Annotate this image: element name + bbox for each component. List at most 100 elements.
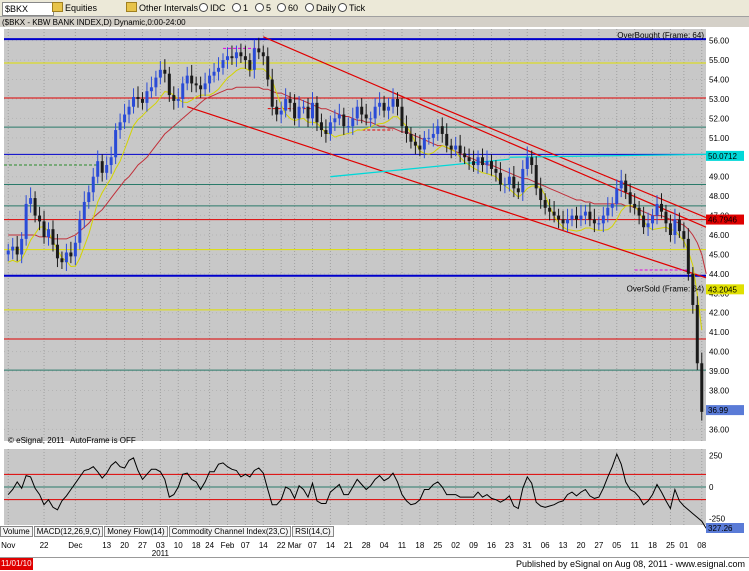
equities-button[interactable]: Equities [52, 2, 97, 14]
footer: 11/01/10 Published by eSignal on Aug 08,… [0, 557, 749, 571]
interval-60[interactable]: 60 [277, 2, 298, 14]
x-tick-label: 08 [697, 541, 706, 550]
indicator-tab[interactable]: Commodity Channel Index(23,C) [168, 526, 292, 537]
candle-body [498, 172, 502, 185]
price-tag-label: 46.7946 [708, 216, 737, 225]
indicator-tab[interactable]: RSI(14,C) [292, 526, 334, 537]
candle-body [642, 215, 646, 228]
candle-body [404, 126, 408, 134]
x-tick-label: 02 [451, 541, 460, 550]
price-chart[interactable]: ($BKX - KBW BANK INDEX,D) Dynamic,0:00-2… [0, 17, 749, 557]
price-tag: 46.7946 [706, 214, 744, 225]
candle-body [64, 252, 68, 263]
interval-idc[interactable]: IDC [199, 2, 226, 14]
x-tick-label: 22 [277, 541, 286, 550]
candle-body [176, 98, 180, 101]
candle-body [217, 67, 221, 72]
x-tick-label: 13 [559, 541, 568, 550]
x-tick-label: 07 [308, 541, 317, 550]
interval-1[interactable]: 1 [232, 2, 248, 14]
osc-value-label: 327.26 [708, 524, 733, 533]
candle-body [454, 145, 458, 150]
y-tick-label: 54.00 [709, 76, 730, 85]
candle-body [539, 188, 543, 201]
candle-body [172, 95, 176, 101]
x-tick-label: 10 [174, 541, 183, 550]
idc-label: IDC [210, 3, 226, 13]
x-tick-label: 27 [594, 541, 603, 550]
x-tick-label: 20 [577, 541, 586, 550]
x-tick-label: 05 [612, 541, 621, 550]
x-tick-label: 23 [505, 541, 514, 550]
candle-body [87, 192, 91, 202]
indicator-tab[interactable]: MACD(12,26,9,C) [33, 526, 104, 537]
candle-body [239, 52, 243, 57]
candle-body [373, 106, 377, 119]
candle-body [96, 161, 100, 177]
candle-body [449, 145, 453, 150]
other-intervals-button[interactable]: Other Intervals [126, 2, 198, 14]
candle-body [149, 87, 153, 92]
candle-body [275, 106, 279, 115]
indicator-tab[interactable]: Volume [0, 526, 33, 537]
x-tick-label: 14 [259, 541, 268, 550]
candle-body [82, 201, 86, 220]
candle-body [109, 157, 113, 166]
folder-icon [52, 2, 63, 12]
interval-tick[interactable]: Tick [338, 2, 365, 14]
x-tick-label: 22 [40, 541, 49, 550]
candle-body [145, 91, 149, 103]
x-tick-label: 27 [138, 541, 147, 550]
candle-body [302, 106, 306, 108]
indicator-tab[interactable]: Money Flow(14) [104, 526, 168, 537]
candle-body [132, 97, 136, 107]
candle-body [306, 106, 310, 119]
candle-body [181, 83, 185, 99]
candle-body [633, 203, 637, 208]
candle-body [324, 130, 328, 134]
candle-body [400, 106, 404, 127]
y-tick-label: 44.00 [709, 270, 730, 279]
symbol-input[interactable]: $BKX [2, 2, 54, 16]
x-tick-label: 07 [241, 541, 250, 550]
candle-body [615, 188, 619, 204]
candle-body [355, 106, 359, 119]
osc-tick-label: -250 [709, 515, 726, 524]
symbol-text: $BKX [5, 4, 29, 14]
candle-body [243, 56, 247, 61]
indicator-tabs: Volume MACD(12,26,9,C) Money Flow(14) Commo… [0, 526, 335, 537]
interval-daily[interactable]: Daily [305, 2, 336, 14]
candle-body [225, 56, 229, 61]
candle-body [328, 122, 332, 134]
y-tick-label: 38.00 [709, 386, 730, 395]
candle-body [91, 176, 95, 193]
candle-body [530, 157, 534, 166]
price-tag: 43.2045 [706, 284, 744, 295]
candle-body [261, 52, 265, 57]
candle-body [346, 126, 350, 128]
x-tick-label: 14 [326, 541, 335, 550]
candle-body [512, 176, 516, 189]
radio-icon [305, 3, 314, 12]
candle-body [257, 48, 261, 53]
candle-body [158, 69, 162, 78]
x-tick-label: 31 [523, 541, 532, 550]
y-tick-label: 52.00 [709, 114, 730, 123]
x-tick-label: Nov [1, 541, 15, 550]
candle-body [682, 231, 686, 239]
candle-body [677, 219, 681, 232]
candle-body [208, 75, 212, 84]
chart-title: ($BKX - KBW BANK INDEX,D) Dynamic,0:00-2… [2, 18, 186, 27]
candle-body [534, 165, 538, 189]
osc-value-tag: 327.26 [706, 523, 744, 533]
candle-body [266, 56, 270, 80]
y-tick-label: 39.00 [709, 367, 730, 376]
x-tick-label: 11 [398, 541, 407, 550]
int60-label: 60 [288, 3, 299, 13]
interval-5[interactable]: 5 [255, 2, 271, 14]
candle-body [664, 211, 668, 224]
oversold-label: OverSold (Frame: 64) [627, 284, 705, 293]
candle-body [619, 180, 623, 189]
x-year-label: 2011 [152, 549, 170, 557]
candle-body [387, 106, 391, 111]
